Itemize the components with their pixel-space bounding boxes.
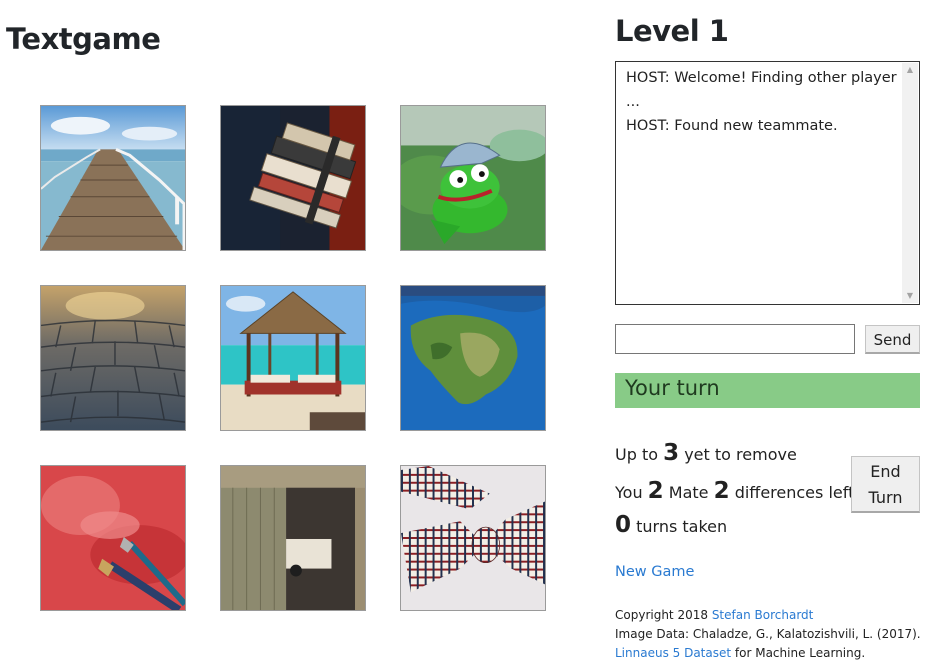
differences-suffix: differences left bbox=[729, 483, 855, 502]
image-tile-paintbrush[interactable] bbox=[40, 465, 186, 611]
dataset-line: Linnaeus 5 Dataset for Machine Learning. bbox=[615, 644, 921, 663]
end-turn-label-line1: End bbox=[870, 462, 901, 481]
gazebo-image bbox=[221, 286, 365, 430]
scroll-up-icon[interactable]: ▲ bbox=[902, 63, 918, 77]
garage-image bbox=[221, 466, 365, 610]
image-tile-globe[interactable] bbox=[400, 285, 546, 431]
new-game-link[interactable]: New Game bbox=[615, 564, 694, 580]
page-title: Textgame bbox=[6, 22, 161, 56]
dataset-link[interactable]: Linnaeus 5 Dataset bbox=[615, 646, 731, 660]
remove-prefix: Up to bbox=[615, 445, 664, 464]
turns-suffix: turns taken bbox=[631, 517, 728, 536]
image-grid bbox=[40, 105, 546, 611]
chat-messages: HOST: Welcome! Finding other player ... … bbox=[626, 66, 906, 138]
chat-message: HOST: Welcome! Finding other player ... bbox=[626, 70, 897, 110]
remove-count-line: Up to 3 yet to remove bbox=[615, 440, 797, 466]
send-button[interactable]: Send bbox=[865, 325, 920, 354]
end-turn-label-line2: Turn bbox=[868, 488, 903, 507]
mate-label: Mate bbox=[663, 483, 714, 502]
bowtie-image bbox=[401, 466, 545, 610]
image-tile-gazebo[interactable] bbox=[220, 285, 366, 431]
chat-log[interactable]: HOST: Welcome! Finding other player ... … bbox=[615, 61, 920, 305]
end-turn-button[interactable]: End Turn bbox=[851, 456, 920, 513]
image-tile-garage[interactable] bbox=[220, 465, 366, 611]
copyright-text: Copyright 2018 bbox=[615, 608, 712, 622]
turns-count: 0 bbox=[615, 512, 632, 538]
image-data-line: Image Data: Chaladze, G., Kalatozishvili… bbox=[615, 627, 921, 641]
you-count: 2 bbox=[647, 478, 664, 504]
pier-image bbox=[41, 106, 185, 250]
turn-status-label: Your turn bbox=[625, 376, 720, 400]
image-tile-pier[interactable] bbox=[40, 105, 186, 251]
chat-message: HOST: Found new teammate. bbox=[626, 118, 838, 134]
you-label: You bbox=[615, 483, 648, 502]
chat-scrollbar[interactable]: ▲ ▼ bbox=[902, 63, 918, 303]
author-link[interactable]: Stefan Borchardt bbox=[712, 608, 814, 622]
books-image bbox=[221, 106, 365, 250]
turns-line: 0 turns taken bbox=[615, 512, 727, 538]
paintbrush-image bbox=[41, 466, 185, 610]
scroll-down-icon[interactable]: ▼ bbox=[902, 289, 918, 303]
mate-count: 2 bbox=[713, 478, 730, 504]
image-tile-books[interactable] bbox=[220, 105, 366, 251]
image-tile-cobblestone[interactable] bbox=[40, 285, 186, 431]
remove-count: 3 bbox=[663, 440, 680, 466]
kermit-image bbox=[401, 106, 545, 250]
differences-line: You 2 Mate 2 differences left bbox=[615, 478, 854, 504]
image-tile-kermit[interactable] bbox=[400, 105, 546, 251]
level-heading: Level 1 bbox=[615, 14, 729, 48]
dataset-suffix: for Machine Learning. bbox=[731, 646, 866, 660]
cobblestone-image bbox=[41, 286, 185, 430]
footer: Copyright 2018 Stefan Borchardt Image Da… bbox=[615, 606, 921, 663]
turn-status-bar: Your turn bbox=[615, 373, 920, 408]
globe-image bbox=[401, 286, 545, 430]
chat-input[interactable] bbox=[615, 324, 855, 354]
image-tile-bowtie[interactable] bbox=[400, 465, 546, 611]
copyright-line: Copyright 2018 Stefan Borchardt bbox=[615, 606, 921, 625]
remove-suffix: yet to remove bbox=[679, 445, 797, 464]
